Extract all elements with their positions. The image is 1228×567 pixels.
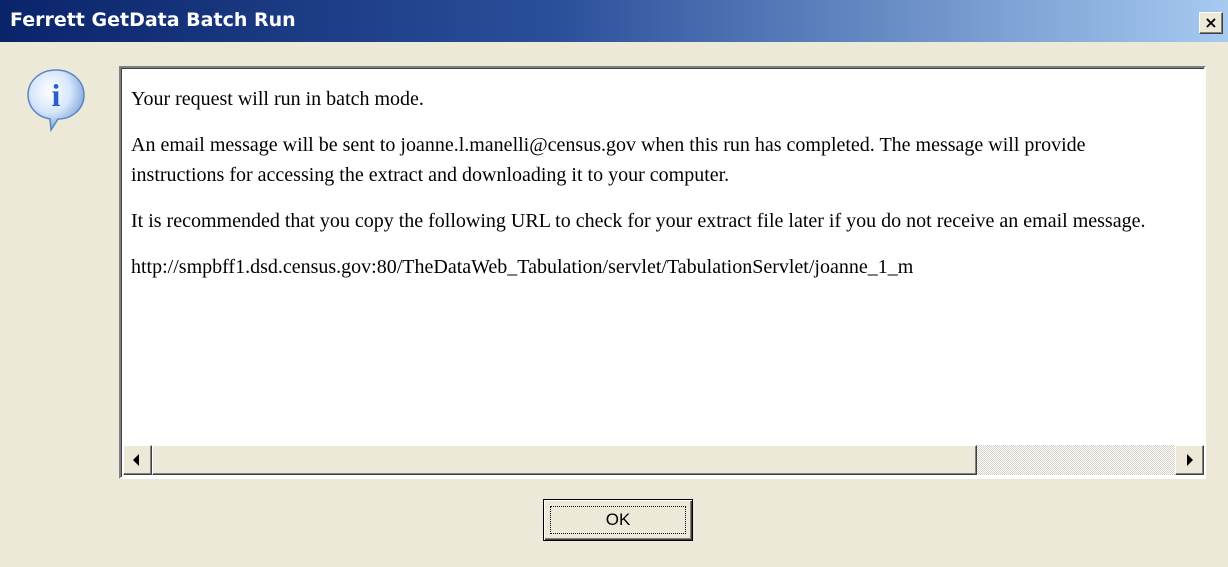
ok-button[interactable]: OK — [543, 499, 693, 541]
scrollbar-thumb[interactable] — [152, 445, 977, 475]
message-text-area[interactable]: Your request will run in batch mode. An … — [131, 84, 1204, 298]
title-bar[interactable]: Ferrett GetData Batch Run × — [0, 0, 1228, 42]
horizontal-scrollbar[interactable] — [123, 445, 1204, 475]
scroll-right-arrow-icon — [1187, 454, 1193, 466]
message-url[interactable]: http://smpbff1.dsd.census.gov:80/TheData… — [131, 252, 1204, 282]
message-paragraph-recommendation: It is recommended that you copy the foll… — [131, 210, 1146, 232]
message-panel: Your request will run in batch mode. An … — [119, 66, 1206, 479]
info-glyph: i — [52, 77, 61, 113]
close-button[interactable]: × — [1199, 12, 1223, 34]
scroll-left-arrow-icon — [133, 454, 139, 466]
message-paragraph-email: An email message will be sent to joanne.… — [131, 134, 1086, 186]
window-title: Ferrett GetData Batch Run — [10, 9, 296, 31]
dialog-window: Ferrett GetData Batch Run × i Your reque… — [0, 0, 1228, 567]
scroll-right-button[interactable] — [1175, 445, 1204, 475]
ok-button-label: OK — [605, 510, 631, 529]
close-icon: × — [1204, 13, 1218, 32]
message-line-batch-mode: Your request will run in batch mode. — [131, 88, 424, 110]
scroll-left-button[interactable] — [123, 445, 152, 475]
info-icon: i — [27, 69, 85, 132]
